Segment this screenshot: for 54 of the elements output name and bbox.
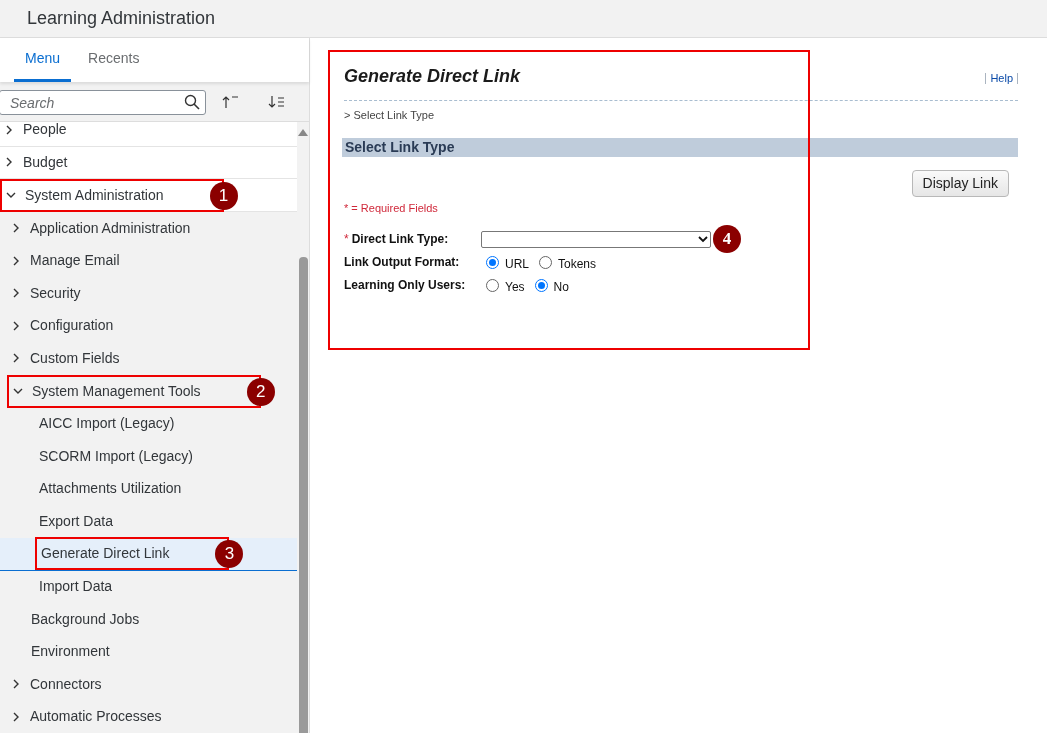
radio-label: Yes	[505, 278, 525, 296]
breadcrumb: > Select Link Type	[344, 108, 435, 123]
field-label: Link Output Format:	[344, 254, 461, 271]
tree-item[interactable]: Automatic Processes	[0, 700, 297, 733]
tree-item[interactable]: People	[0, 122, 297, 147]
chevron-right-icon	[11, 320, 21, 331]
chevron-right-icon	[4, 124, 14, 135]
tree-item[interactable]: Connectors	[0, 668, 297, 701]
section-header: Select Link Type	[342, 137, 1018, 157]
scroll-up-icon[interactable]	[298, 128, 308, 136]
tree-item[interactable]: Manage Email	[0, 244, 297, 278]
field-label: * Direct Link Type:	[344, 231, 450, 248]
help-link[interactable]: Help	[985, 73, 1018, 84]
tree-item[interactable]: SCORM Import (Legacy)	[0, 440, 297, 473]
callout-number: 4	[713, 224, 741, 253]
radio-label: URL	[505, 255, 529, 273]
tree-item[interactable]: Custom Fields	[0, 342, 297, 375]
tree-item[interactable]: Attachments Utilization	[0, 472, 297, 506]
tree-item[interactable]: Application Administration	[0, 212, 297, 245]
scrollbar-thumb[interactable]	[298, 257, 308, 733]
search-field[interactable]: Search	[0, 90, 206, 115]
tree-item[interactable]: Security	[0, 277, 297, 310]
field-label: Learning Only Users:	[344, 277, 467, 294]
search-icon	[184, 94, 200, 110]
radio-label: No	[553, 278, 569, 296]
chevron-right-icon	[11, 223, 21, 234]
tab[interactable]: Menu	[14, 38, 72, 82]
tree-item[interactable]: Import Data	[0, 570, 297, 604]
tab[interactable]: Recents	[77, 38, 151, 82]
chevron-right-icon	[11, 679, 21, 690]
tree-item[interactable]: Generate Direct Link 3	[0, 537, 297, 571]
app-title: Learning Administration	[27, 7, 216, 30]
callout-number: 1	[209, 181, 238, 210]
display-link-button[interactable]: Display Link	[911, 169, 1009, 197]
callout-number: 2	[246, 377, 275, 406]
chevron-right-icon	[11, 255, 21, 266]
page-title: Generate Direct Link	[344, 65, 521, 88]
tree-item[interactable]: Background Jobs	[0, 603, 297, 636]
tree-item[interactable]: Budget	[0, 146, 297, 180]
sort-ascending-icon[interactable]	[222, 94, 240, 109]
chevron-right-icon	[11, 288, 21, 299]
tree-item[interactable]: Export Data	[0, 505, 297, 538]
tree-item[interactable]: AICC Import (Legacy)	[0, 407, 297, 441]
chevron-right-icon	[11, 353, 21, 364]
tree-item[interactable]: Configuration	[0, 309, 297, 343]
radio-label: Tokens	[558, 255, 597, 273]
chevron-right-icon	[4, 157, 14, 168]
caret-icon	[698, 235, 708, 243]
required-fields-note: * = Required Fields	[344, 200, 439, 216]
tree-item[interactable]: Environment	[0, 635, 297, 669]
callout-number: 3	[215, 540, 244, 569]
chevron-right-icon	[11, 711, 21, 722]
tree-item[interactable]: System Administration 1	[0, 179, 297, 213]
sort-descending-icon[interactable]	[268, 94, 286, 109]
